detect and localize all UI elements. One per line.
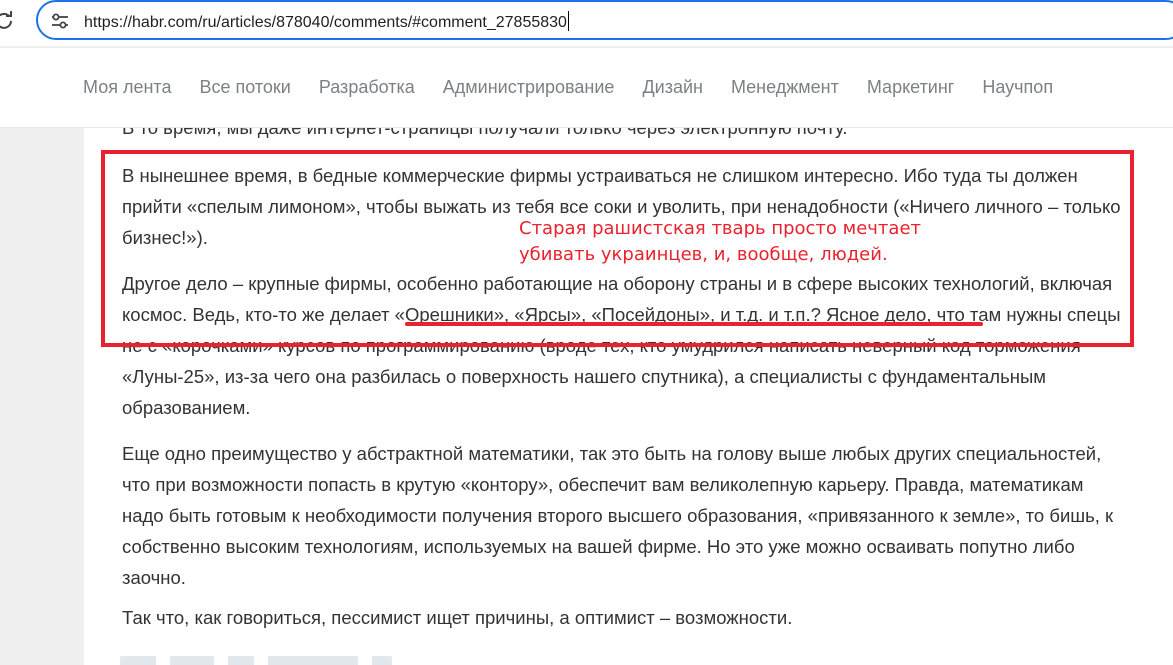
site-navigation: Моя лента Все потоки Разработка Админист…	[0, 48, 1173, 128]
footer-fragment	[228, 656, 254, 665]
paragraph-4: Так что, как говориться, пессимист ищет …	[122, 607, 793, 628]
annotation-line-2: убивать украинцев, и, вообще, людей.	[519, 244, 888, 265]
annotation-line-1: Старая рашистская тварь просто мечтает	[519, 218, 922, 239]
red-underline-mark	[405, 322, 983, 326]
nav-item-management[interactable]: Менеджмент	[731, 77, 839, 98]
nav-item-my-feed[interactable]: Моя лента	[83, 77, 171, 98]
nav-item-design[interactable]: Дизайн	[642, 77, 703, 98]
paragraph-3: Еще одно преимущество у абстрактной мате…	[122, 443, 1114, 588]
nav-item-all-streams[interactable]: Все потоки	[199, 77, 290, 98]
article-body-card: В то время, мы даже интернет-страницы по…	[84, 128, 1173, 665]
red-box-edge-overlay	[84, 338, 1084, 341]
text-caret	[567, 11, 569, 31]
nav-list: Моя лента Все потоки Разработка Админист…	[83, 77, 1053, 98]
partially-visible-footer	[120, 656, 392, 665]
footer-fragment	[372, 656, 392, 665]
paragraph-2: Другое дело – крупные фирмы, особенно ра…	[122, 273, 1121, 418]
site-settings-icon[interactable]	[50, 11, 70, 31]
red-annotation: Старая рашистская тварь просто мечтает у…	[519, 216, 921, 268]
nav-item-marketing[interactable]: Маркетинг	[867, 77, 955, 98]
browser-toolbar: https://habr.com/ru/articles/878040/comm…	[0, 0, 1173, 46]
reload-icon[interactable]	[0, 10, 14, 30]
nav-item-administration[interactable]: Администрирование	[443, 77, 615, 98]
url-input[interactable]: https://habr.com/ru/articles/878040/comm…	[84, 11, 569, 32]
footer-fragment	[120, 656, 156, 665]
nav-item-popular-science[interactable]: Научпоп	[982, 77, 1053, 98]
address-bar[interactable]: https://habr.com/ru/articles/878040/comm…	[36, 0, 1173, 40]
footer-fragment	[268, 656, 358, 665]
paragraph-cut-off: В то время, мы даже интернет-страницы по…	[122, 128, 848, 143]
nav-item-development[interactable]: Разработка	[319, 77, 415, 98]
url-text: https://habr.com/ru/articles/878040/comm…	[84, 14, 567, 31]
footer-fragment	[170, 656, 214, 665]
